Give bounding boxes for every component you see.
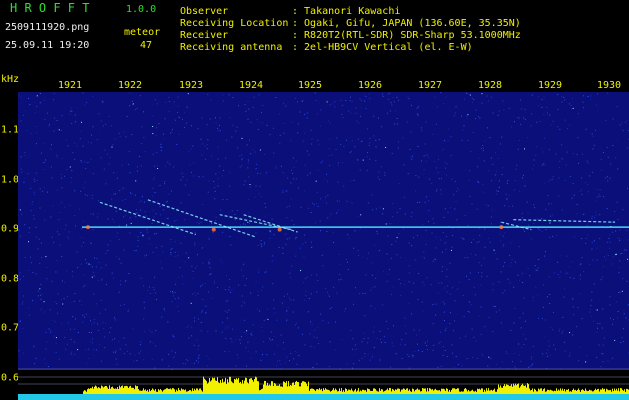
spectrogram-plot[interactable]	[18, 92, 629, 370]
x-tick-label: 1927	[417, 80, 443, 91]
y-axis-unit: kHz	[1, 74, 20, 85]
echo-spot	[85, 225, 90, 230]
info-value-antenna: : 2el-HB9CV Vertical (el. E-W)	[292, 42, 473, 53]
y-tick-label: 0.6	[1, 372, 20, 384]
meteor-count: 47	[140, 40, 153, 51]
x-tick-label: 1925	[297, 80, 323, 91]
signal-level-svg	[18, 370, 629, 400]
x-tick-label: 1924	[238, 80, 264, 91]
y-tick-label: 1.0	[1, 174, 20, 186]
x-tick-label: 1923	[178, 80, 204, 91]
app-name: H R O F F T	[10, 1, 90, 15]
x-tick-label: 1929	[537, 80, 563, 91]
info-label-receiver: Receiver	[180, 30, 229, 41]
x-tick-label: 1928	[477, 80, 503, 91]
info-value-receiver: : R820T2(RTL-SDR) SDR-Sharp 53.1000MHz	[292, 30, 521, 41]
echo-spot	[277, 227, 282, 232]
y-tick-label: 0.8	[1, 273, 20, 285]
noise-background	[18, 92, 629, 370]
echo-spot	[211, 227, 216, 232]
x-tick-label: 1930	[596, 80, 622, 91]
file-datetime: 25.09.11 19:20	[5, 40, 90, 51]
spectrogram-svg	[18, 92, 629, 370]
info-label-observer: Observer	[180, 6, 229, 17]
meteor-label: meteor	[124, 27, 161, 38]
x-tick-label: 1926	[357, 80, 383, 91]
file-name: 2509111920.png	[5, 22, 90, 33]
app-version: 1.0.0	[126, 4, 157, 15]
x-tick-label: 1921	[57, 80, 83, 91]
info-value-observer: : Takanori Kawachi	[292, 6, 401, 17]
info-label-antenna: Receiving antenna	[180, 42, 283, 53]
y-tick-label: 0.9	[1, 223, 20, 235]
info-value-location: : Ogaki, Gifu, JAPAN (136.60E, 35.35N)	[292, 18, 521, 29]
x-tick-label: 1922	[117, 80, 143, 91]
baseline-band	[18, 394, 629, 400]
y-tick-label: 0.7	[1, 322, 20, 334]
info-label-location: Receiving Location	[180, 18, 289, 29]
signal-level-panel	[18, 370, 629, 400]
y-tick-label: 1.1	[1, 124, 20, 136]
echo-spot	[499, 225, 504, 230]
header-panel: H R O F F T 1.0.0 2509111920.png 25.09.1…	[0, 0, 629, 72]
